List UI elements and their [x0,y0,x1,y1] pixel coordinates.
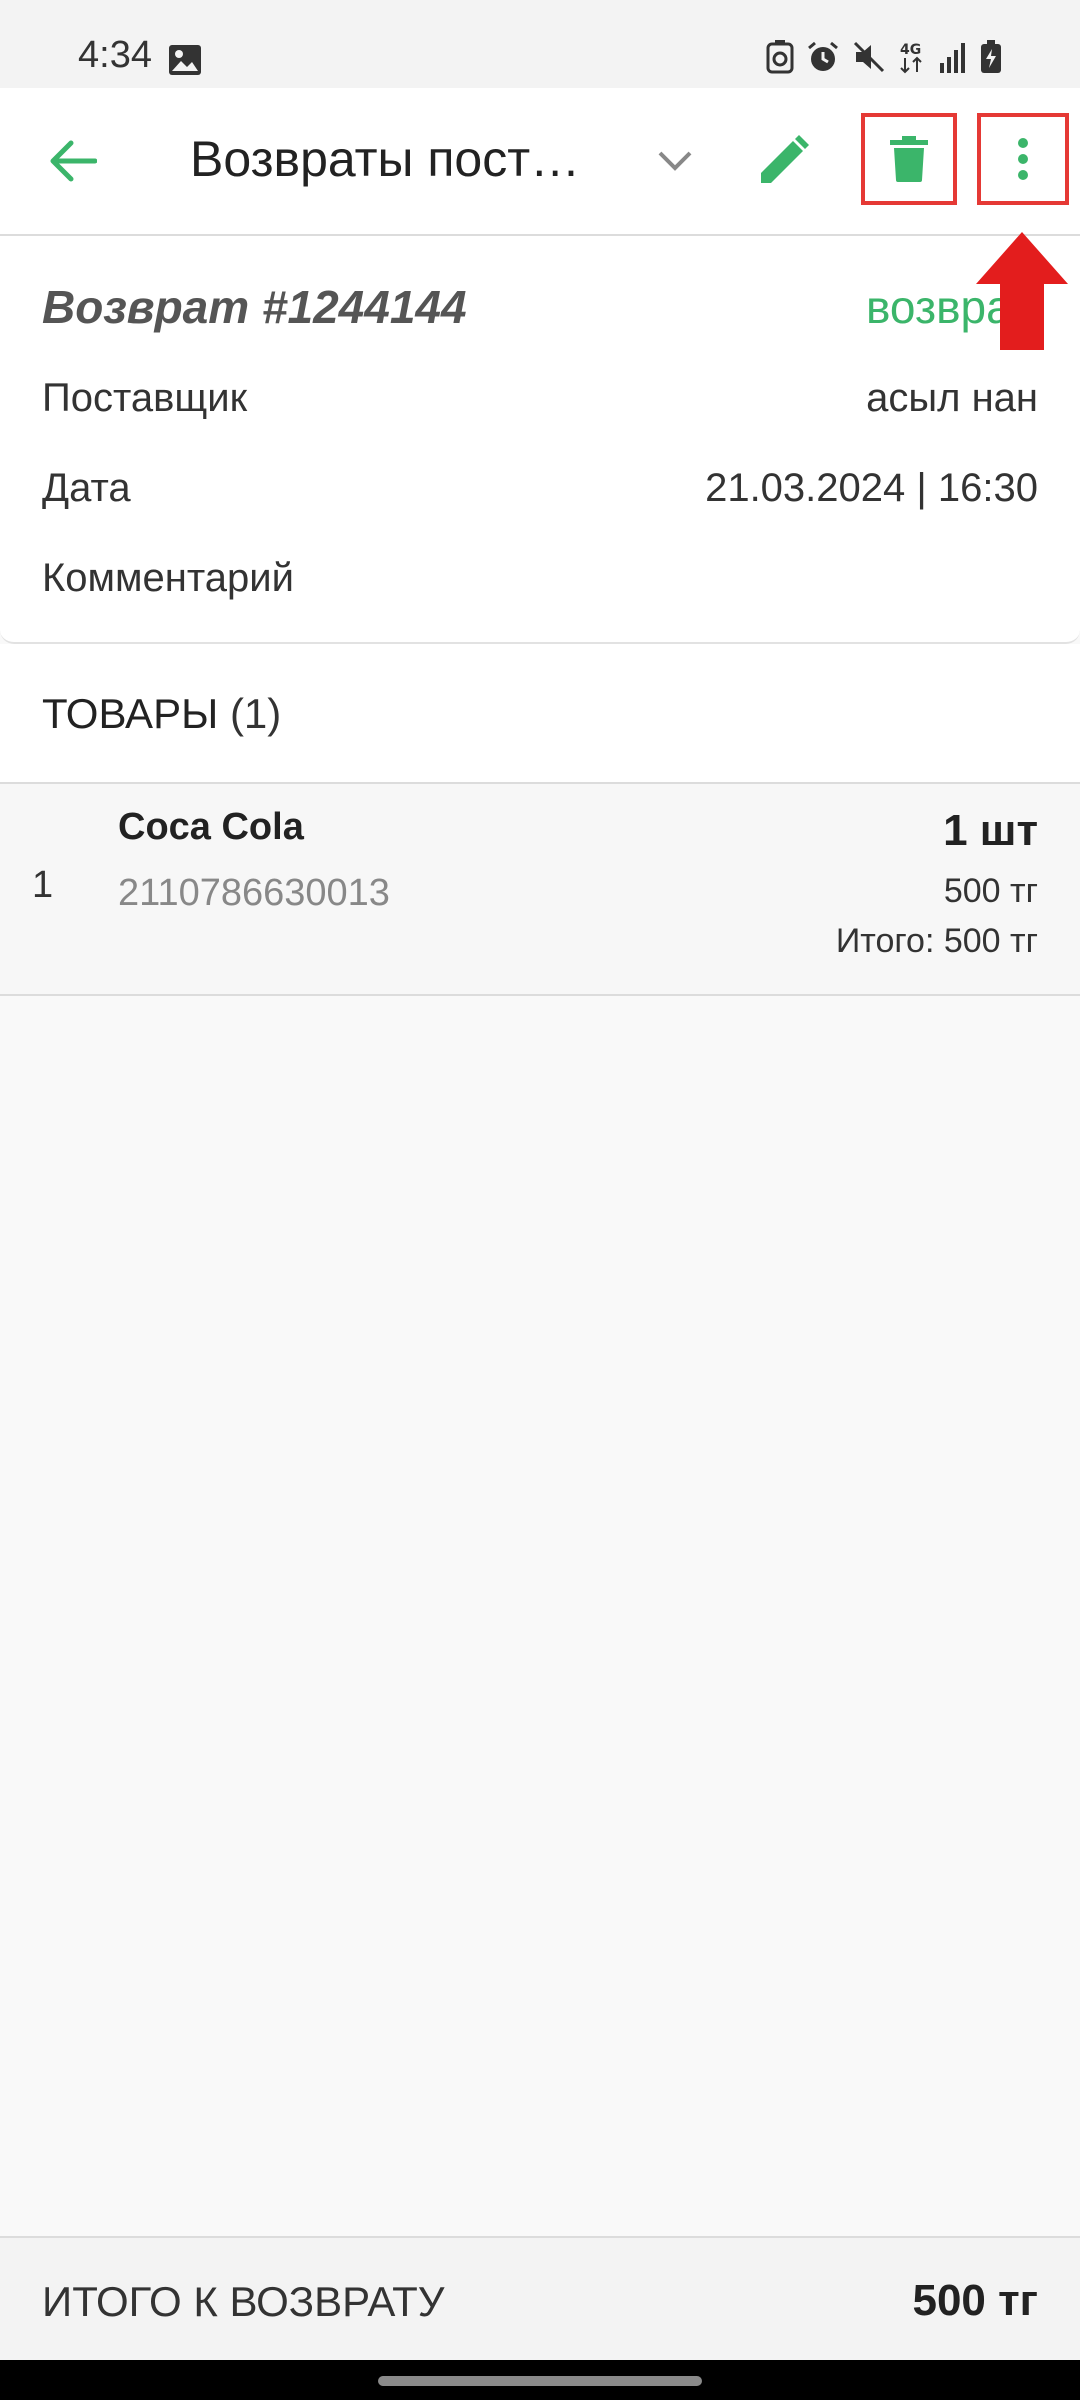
alarm-icon [806,40,840,74]
more-options-button[interactable] [977,113,1069,205]
return-info-card: Возврат #1244144 возвра Поставщик асыл н… [0,236,1080,644]
date-value: 21.03.2024 | 16:30 [705,466,1038,510]
item-price: 500 тг [943,872,1038,910]
item-name: Coca Cola [118,806,304,848]
annotation-arrow-icon [976,232,1068,355]
pencil-icon [761,135,809,183]
title-dropdown-button[interactable] [650,136,700,186]
trash-icon [890,136,928,182]
products-section-header: ТОВАРЫ (1) [0,644,1080,784]
products-header-label: ТОВАРЫ [42,690,219,737]
more-vert-icon [1018,138,1028,180]
supplier-label: Поставщик [42,376,248,420]
return-title: Возврат #1244144 [42,281,467,333]
products-count: (1) [229,690,282,737]
item-quantity: 1 шт [943,806,1038,855]
date-label: Дата [42,466,131,510]
total-bar: ИТОГО К ВОЗВРАТУ 500 тг [0,2236,1080,2362]
page-title[interactable]: Возвраты пост… [190,130,580,188]
comment-label: Комментарий [42,556,294,600]
item-index: 1 [32,864,54,906]
status-icons: 4G [766,40,1002,74]
battery-icon [980,40,1002,74]
total-value: 500 тг [912,2276,1038,2325]
chevron-down-icon [658,151,692,171]
products-title: ТОВАРЫ (1) [42,690,281,738]
status-bar: 4:34 4G [0,0,1080,88]
back-arrow-icon [50,140,97,182]
supplier-value: асыл нан [866,376,1038,420]
4g-icon: 4G [898,40,926,74]
item-total: Итого: 500 тг [835,922,1038,960]
signal-icon [938,41,968,73]
gallery-icon [168,44,202,81]
delete-button[interactable] [861,113,957,205]
item-barcode: 2110786630013 [118,872,390,914]
mute-icon [852,40,886,74]
app-bar: Возвраты пост… [0,88,1080,236]
edit-button[interactable] [748,126,818,196]
home-gesture-handle[interactable] [378,2376,702,2386]
total-label: ИТОГО К ВОЗВРАТУ [42,2278,445,2325]
back-button[interactable] [38,126,108,196]
recycle-icon [766,40,794,74]
svg-text:4G: 4G [900,42,921,58]
product-list-item[interactable]: 1 Coca Cola 2110786630013 1 шт 500 тг Ит… [0,784,1080,996]
system-nav-bar [0,2360,1080,2400]
status-time: 4:34 [78,34,152,76]
